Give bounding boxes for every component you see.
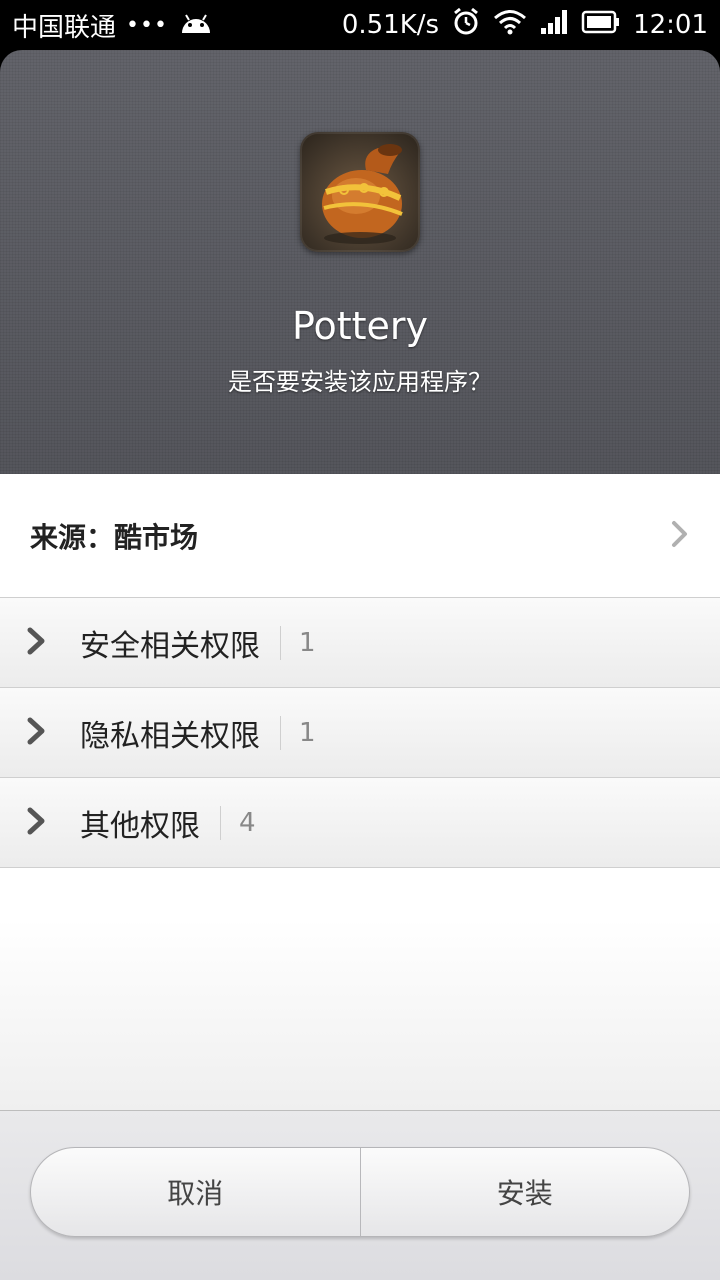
status-bar: 中国联通 ••• 0.51K/s 12:01 — [0, 0, 720, 50]
divider — [280, 625, 281, 660]
status-left: 中国联通 ••• — [12, 7, 214, 44]
permission-label: 隐私相关权限 — [80, 718, 260, 754]
source-row[interactable]: 来源：酷市场 — [0, 474, 720, 598]
divider — [280, 715, 281, 750]
network-speed: 0.51K/s — [341, 10, 440, 40]
android-icon — [178, 9, 214, 42]
permission-count: 1 — [299, 717, 316, 748]
notification-dots: ••• — [126, 12, 168, 38]
alarm-icon — [451, 7, 481, 44]
install-body: 来源：酷市场 安全相关权限 1 隐私相关权限 1 其他权限 4 — [0, 474, 720, 1110]
chevron-right-icon — [670, 519, 690, 553]
chevron-right-icon — [26, 716, 50, 750]
install-header: Pottery 是否要安装该应用程序？ — [0, 50, 720, 474]
source-label: 来源：酷市场 — [30, 520, 199, 554]
install-button[interactable]: 安装 — [361, 1148, 690, 1236]
permission-row-security[interactable]: 安全相关权限 1 — [0, 598, 720, 688]
wifi-icon — [493, 8, 527, 43]
permission-label: 安全相关权限 — [80, 628, 260, 664]
permission-count: 1 — [299, 627, 316, 658]
signal-icon — [539, 8, 569, 43]
status-right: 0.51K/s 12:01 — [342, 7, 708, 44]
battery-icon — [581, 10, 621, 41]
app-name: Pottery — [291, 304, 429, 348]
button-group: 取消 安装 — [30, 1147, 690, 1237]
permission-count: 4 — [239, 807, 256, 838]
permission-label: 其他权限 — [80, 808, 200, 844]
clock: 12:01 — [633, 10, 708, 40]
carrier-name: 中国联通 — [12, 12, 117, 43]
chevron-right-icon — [26, 806, 50, 840]
pottery-vase-icon — [300, 132, 420, 252]
permission-row-other[interactable]: 其他权限 4 — [0, 778, 720, 868]
chevron-right-icon — [26, 626, 50, 660]
install-question: 是否要安装该应用程序？ — [228, 368, 492, 396]
action-bar: 取消 安装 — [0, 1110, 720, 1280]
permission-row-privacy[interactable]: 隐私相关权限 1 — [0, 688, 720, 778]
divider — [220, 805, 221, 840]
cancel-button[interactable]: 取消 — [31, 1148, 360, 1236]
